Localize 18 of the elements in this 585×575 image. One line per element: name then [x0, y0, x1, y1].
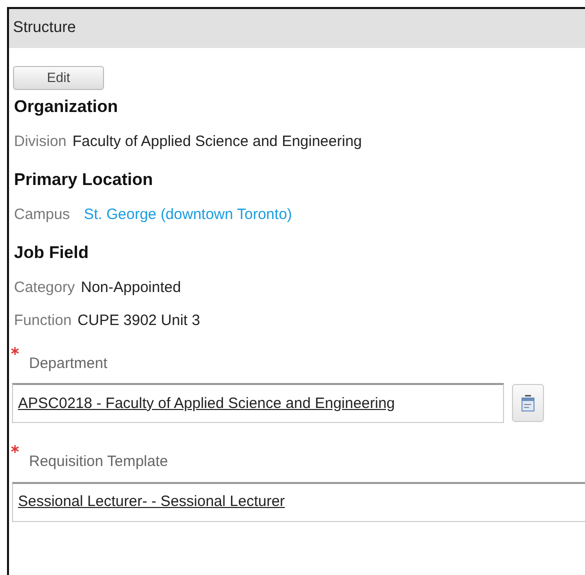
field-value: Non-Appointed: [80, 278, 181, 298]
panel-header: Structure: [9, 9, 585, 48]
section-heading: Organization: [14, 96, 119, 118]
field-label: Requisition Template: [29, 452, 168, 472]
field-label: Campus: [14, 204, 70, 225]
input-field[interactable]: Sessional Lecturer- - Sessional Lecturer: [12, 482, 585, 522]
field-label: Category: [14, 278, 75, 298]
edit-button[interactable]: Edit: [13, 66, 104, 90]
field-label: Function: [14, 311, 72, 332]
input-field[interactable]: APSC0218 - Faculty of Applied Science and Engineering: [12, 383, 504, 424]
field-value: Faculty of Applied Science and Engineering: [72, 132, 362, 152]
picker-button[interactable]: [512, 384, 544, 422]
field-label: Department: [29, 354, 108, 374]
field-label: Division: [14, 132, 67, 152]
field-value: CUPE 3902 Unit 3: [78, 311, 200, 332]
section-heading: Job Field: [14, 242, 90, 264]
list-window-icon: [521, 394, 535, 412]
section-heading: Primary Location: [14, 169, 154, 192]
